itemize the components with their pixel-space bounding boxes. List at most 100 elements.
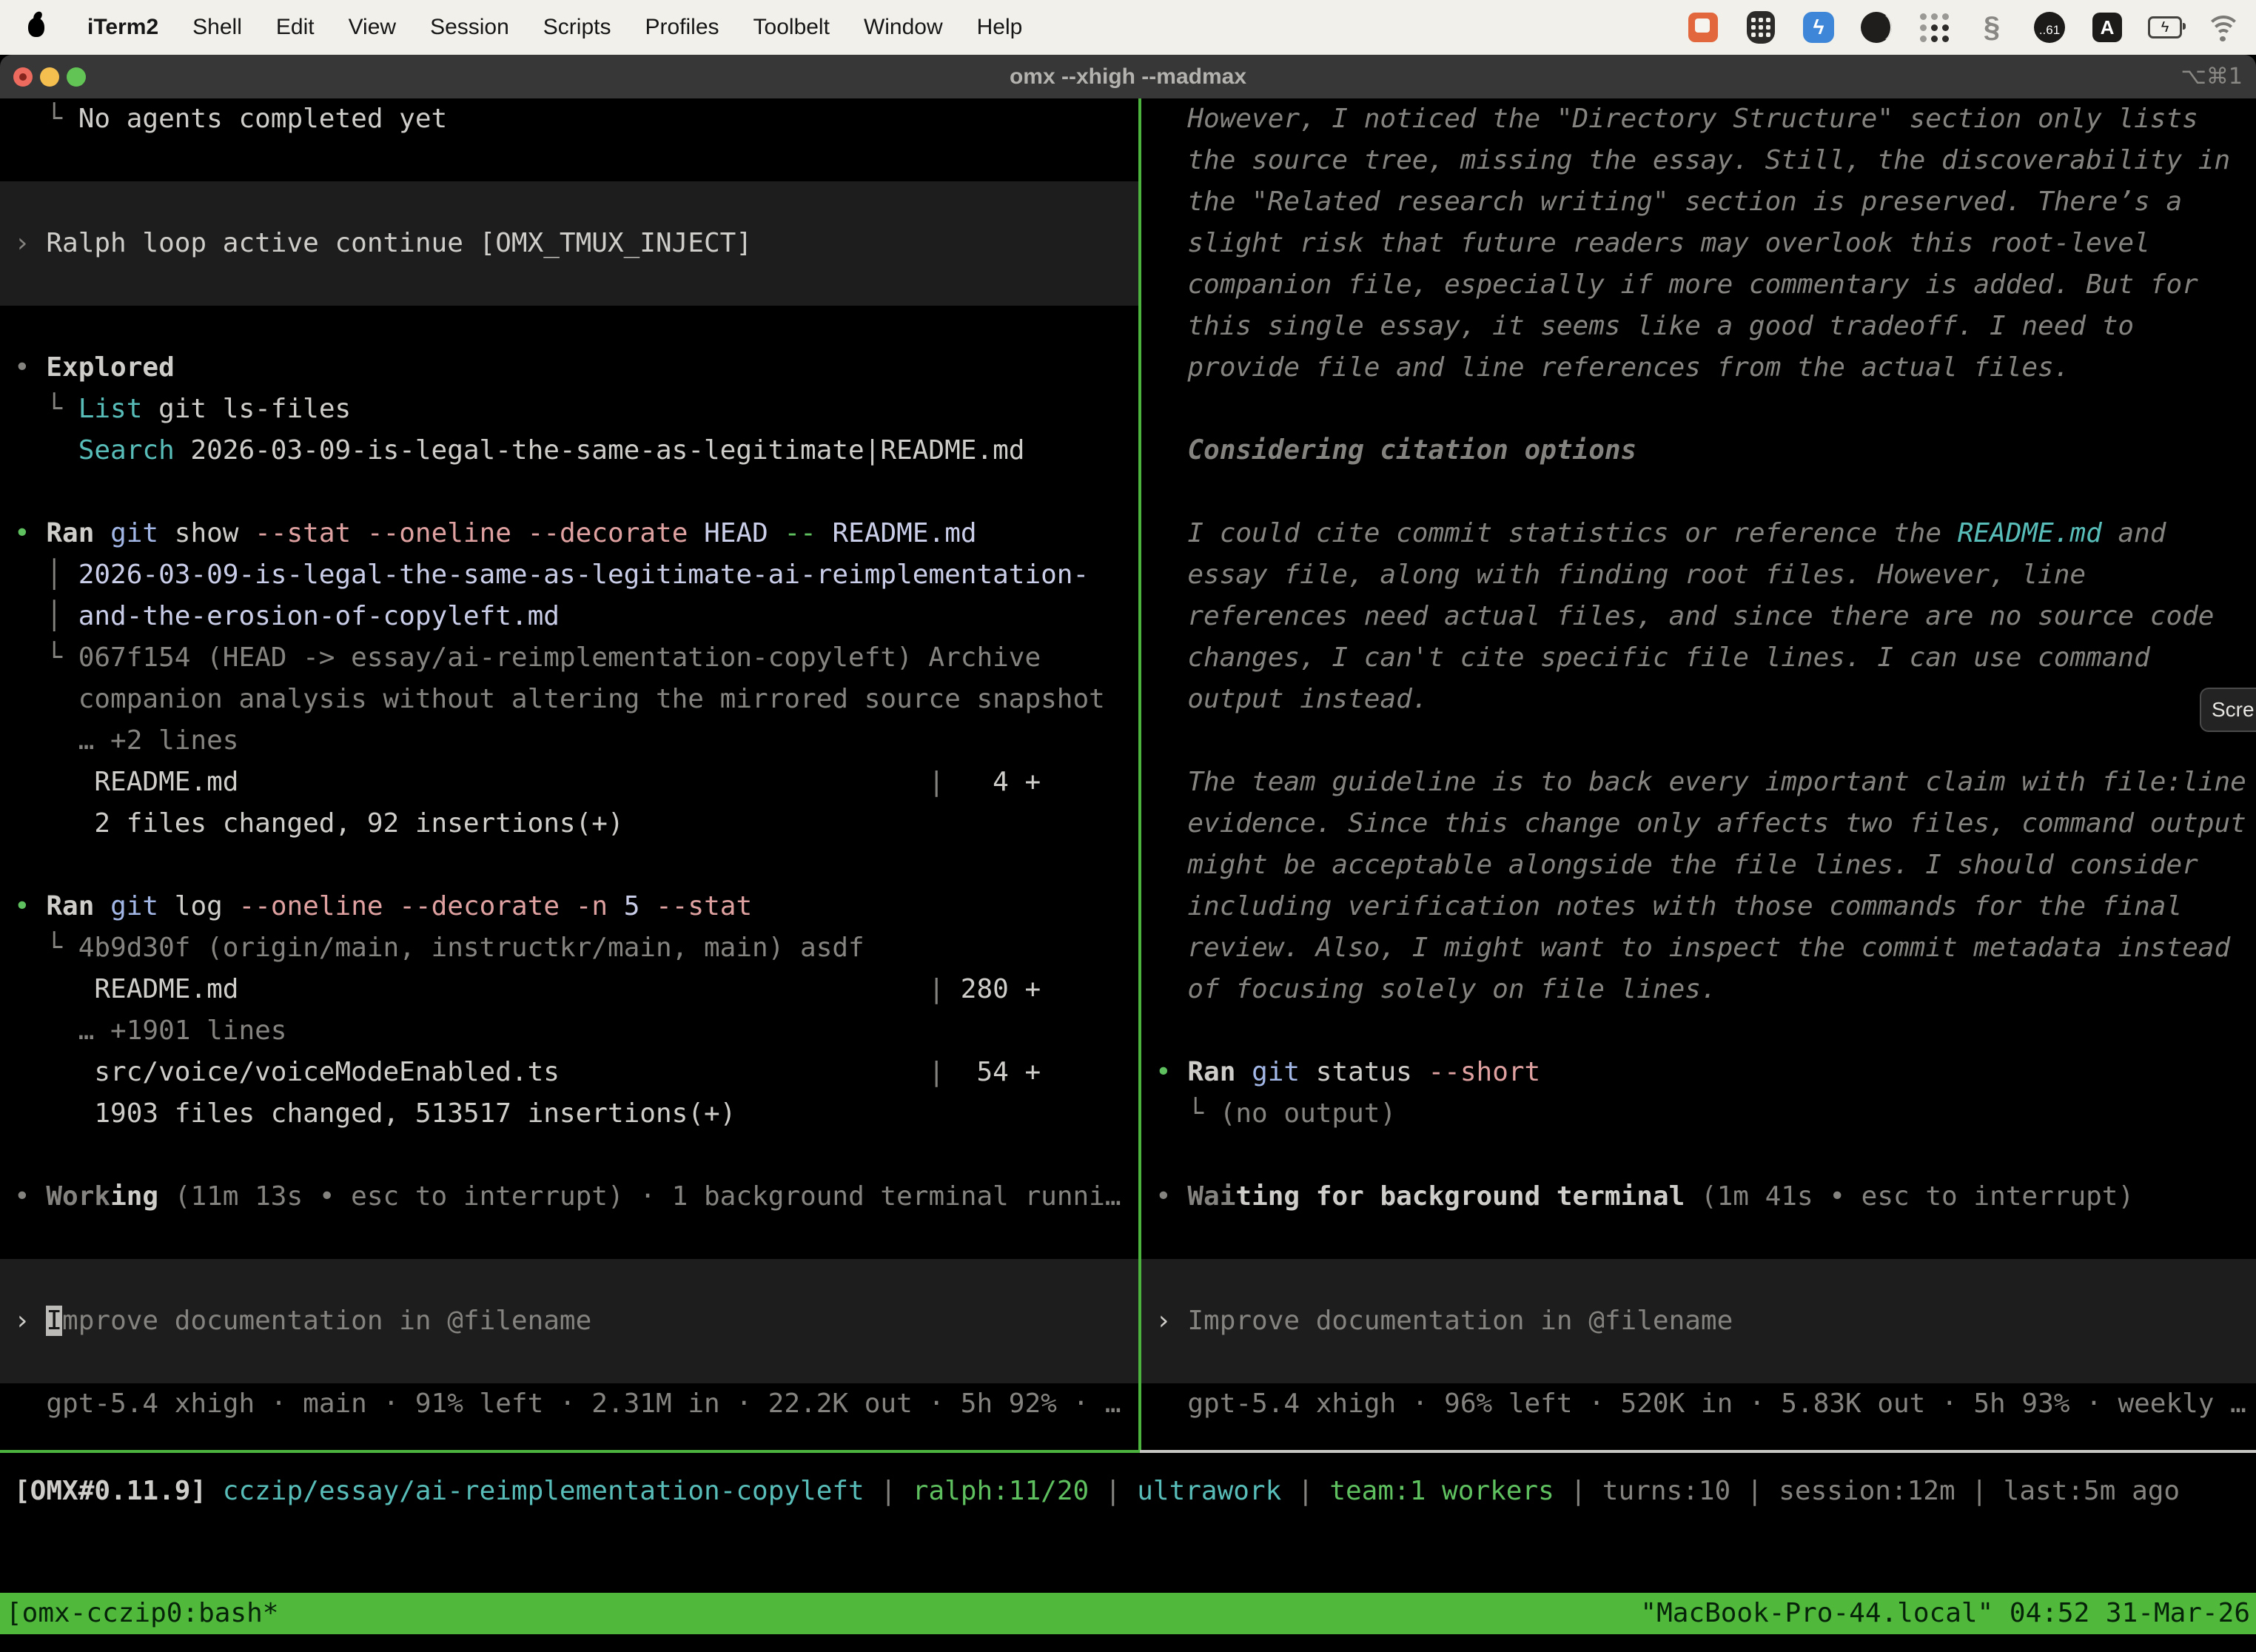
- terminal-line: │ and-the-erosion-of-copyleft.md: [0, 596, 1138, 637]
- terminal-line: I could cite commit statistics or refere…: [1141, 513, 2256, 554]
- terminal-line: • Ran git log --oneline --decorate -n 5 …: [0, 886, 1138, 927]
- terminal-line: of focusing solely on file lines.: [1141, 969, 2256, 1010]
- window-titlebar: omx --xhigh --madmax ⌥⌘1: [0, 55, 2256, 98]
- terminal-line: 1903 files changed, 513517 insertions(+): [0, 1093, 1138, 1135]
- dots-grid-icon[interactable]: [1917, 10, 1951, 44]
- ralph-loop-banner: › Ralph loop active continue [OMX_TMUX_I…: [0, 223, 1138, 264]
- terminal-line: [0, 845, 1138, 886]
- menu-item-session[interactable]: Session: [430, 15, 509, 40]
- terminal-line: src/voice/voiceModeEnabled.ts | 54 +: [0, 1052, 1138, 1093]
- terminal-line: [1141, 1342, 2256, 1383]
- menu-bar: iTerm2 Shell Edit View Session Scripts P…: [0, 0, 2256, 55]
- menu-item-help[interactable]: Help: [977, 15, 1023, 40]
- menu-item-window[interactable]: Window: [864, 15, 943, 40]
- omx-status-line: [OMX#0.11.9] cczip/essay/ai-reimplementa…: [0, 1471, 2256, 1512]
- terminal-line: Search 2026-03-09-is-legal-the-same-as-l…: [0, 430, 1138, 471]
- squiggle-icon[interactable]: §: [1975, 10, 2009, 44]
- terminal-line: └ (no output): [1141, 1093, 2256, 1135]
- terminal-line: └ No agents completed yet: [0, 98, 1138, 140]
- terminal-line: [1141, 471, 2256, 513]
- terminal-line: the "Related research writing" section i…: [1141, 181, 2256, 223]
- terminal-line: • Waiting for background terminal (1m 41…: [1141, 1176, 2256, 1218]
- terminal-line: [0, 140, 1138, 181]
- terminal-line: companion file, especially if more comme…: [1141, 264, 2256, 306]
- menu-item-edit[interactable]: Edit: [276, 15, 315, 40]
- terminal-line: [0, 1135, 1138, 1176]
- status-icons: ϟ § ..61 A ϟ: [1686, 10, 2240, 44]
- terminal-line: [1141, 389, 2256, 430]
- terminal-line: changes, I can't cite specific file line…: [1141, 637, 2256, 679]
- reasoning-heading: Considering citation options: [1141, 430, 2256, 471]
- screen-notification[interactable]: Scre: [2200, 688, 2256, 732]
- menu-item-scripts[interactable]: Scripts: [543, 15, 611, 40]
- terminal-line: [0, 1342, 1138, 1383]
- prompt-input[interactable]: › Improve documentation in @filename: [0, 1300, 1138, 1342]
- terminal-line: • Explored: [0, 347, 1138, 389]
- terminal-line: gpt-5.4 xhigh · main · 91% left · 2.31M …: [0, 1383, 1138, 1425]
- prompt-input[interactable]: › Improve documentation in @filename: [1141, 1300, 2256, 1342]
- moon-contrast-icon[interactable]: [1859, 10, 1893, 44]
- tmux-session-label: [omx-cczip0:bash*: [0, 1593, 278, 1634]
- terminal-line: └ 4b9d30f (origin/main, instructkr/main,…: [0, 927, 1138, 969]
- menu-item-profiles[interactable]: Profiles: [645, 15, 719, 40]
- menu-item-view[interactable]: View: [349, 15, 396, 40]
- battery-icon[interactable]: ϟ: [2148, 10, 2182, 44]
- window-shortcut-badge: ⌥⌘1: [2181, 64, 2243, 90]
- terminal-line: 2 files changed, 92 insertions(+): [0, 803, 1138, 845]
- terminal-line: gpt-5.4 xhigh · 96% left · 520K in · 5.8…: [1141, 1383, 2256, 1425]
- terminal-line: • Working (11m 13s • esc to interrupt) ·…: [0, 1176, 1138, 1218]
- wifi-icon[interactable]: [2206, 10, 2240, 44]
- terminal-line: README.md | 4 +: [0, 762, 1138, 803]
- tmux-host-clock: "MacBook-Pro-44.local" 04:52 31-Mar-26: [1640, 1593, 2256, 1634]
- terminal-line: review. Also, I might want to inspect th…: [1141, 927, 2256, 969]
- terminal-line: However, I noticed the "Directory Struct…: [1141, 98, 2256, 140]
- terminal-line: └ List git ls-files: [0, 389, 1138, 430]
- terminal-line: [0, 181, 1138, 223]
- terminal-line: … +1901 lines: [0, 1010, 1138, 1052]
- omx-status-bar: [OMX#0.11.9] cczip/essay/ai-reimplementa…: [0, 1453, 2256, 1592]
- terminal-line: [1141, 1135, 2256, 1176]
- terminal-line: │ 2026-03-09-is-legal-the-same-as-legiti…: [0, 554, 1138, 596]
- badge-61-icon[interactable]: ..61: [2032, 10, 2067, 44]
- terminal-line: README.md | 280 +: [0, 969, 1138, 1010]
- terminal-line: • Ran git show --stat --oneline --decora…: [0, 513, 1138, 554]
- apple-menu-icon[interactable]: [28, 18, 44, 37]
- menu-item-shell[interactable]: Shell: [192, 15, 242, 40]
- terminal-line: [0, 1259, 1138, 1300]
- terminal-line: … +2 lines: [0, 720, 1138, 762]
- terminal-line: [1141, 720, 2256, 762]
- terminal-line: evidence. Since this change only affects…: [1141, 803, 2256, 845]
- right-pane: However, I noticed the "Directory Struct…: [1141, 98, 2256, 1450]
- terminal-line: companion analysis without altering the …: [0, 679, 1138, 720]
- terminal-line: └ 067f154 (HEAD -> essay/ai-reimplementa…: [0, 637, 1138, 679]
- terminal-content: └ No agents completed yet › Ralph loop ac…: [0, 98, 2256, 1450]
- terminal-line: slight risk that future readers may over…: [1141, 223, 2256, 264]
- terminal-line: provide file and line references from th…: [1141, 347, 2256, 389]
- terminal-line: [0, 264, 1138, 306]
- terminal-line: [0, 306, 1138, 347]
- terminal-line: The team guideline is to back every impo…: [1141, 762, 2256, 803]
- terminal-line: [1141, 1218, 2256, 1259]
- terminal-line: essay file, along with finding root file…: [1141, 554, 2256, 596]
- terminal-line: the source tree, missing the essay. Stil…: [1141, 140, 2256, 181]
- terminal-line: [1141, 1010, 2256, 1052]
- terminal-line: this single essay, it seems like a good …: [1141, 306, 2256, 347]
- menu-items: iTerm2 Shell Edit View Session Scripts P…: [87, 15, 1022, 40]
- desktop: iTerm2 Shell Edit View Session Scripts P…: [0, 0, 2256, 1652]
- a-app-icon[interactable]: A: [2090, 10, 2124, 44]
- terminal-line: [0, 471, 1138, 513]
- left-pane: └ No agents completed yet › Ralph loop ac…: [0, 98, 1138, 1450]
- terminal-line: [0, 1218, 1138, 1259]
- terminal-line: output instead.: [1141, 679, 2256, 720]
- tmux-status-bar: [omx-cczip0:bash* "MacBook-Pro-44.local"…: [0, 1593, 2256, 1634]
- terminal-line: including verification notes with those …: [1141, 886, 2256, 927]
- chat-icon[interactable]: [1686, 10, 1720, 44]
- terminal-line: [1141, 1259, 2256, 1300]
- lightning-app-icon[interactable]: ϟ: [1802, 10, 1836, 44]
- menu-item-toolbelt[interactable]: Toolbelt: [753, 15, 830, 40]
- menu-item-iterm2[interactable]: iTerm2: [87, 15, 158, 40]
- window-title: omx --xhigh --madmax: [0, 64, 2256, 90]
- keypad-shield-icon[interactable]: [1744, 10, 1778, 44]
- terminal-line: references need actual files, and since …: [1141, 596, 2256, 637]
- terminal-line: might be acceptable alongside the file l…: [1141, 845, 2256, 886]
